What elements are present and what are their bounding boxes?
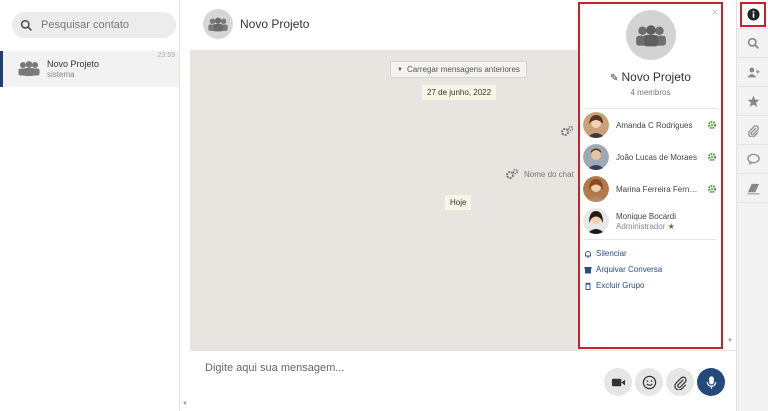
member-item[interactable]: Amanda C Rodrigues [583, 112, 719, 140]
date-pill: 27 de junho, 2022 [422, 85, 497, 100]
messages-tool-button[interactable] [737, 145, 768, 174]
group-icon [208, 17, 228, 32]
favorite-tool-button[interactable] [737, 87, 768, 116]
sidebar-scroll-down-arrow[interactable]: ▼ [182, 401, 188, 407]
load-previous-label: Carregar mensagens anteriores [406, 65, 520, 74]
group-icon [18, 61, 40, 76]
tool-rail [736, 0, 768, 411]
group-avatar-large [626, 10, 676, 60]
paperclip-icon [673, 376, 687, 390]
close-icon[interactable]: × [712, 7, 718, 19]
action-label: Excluir Grupo [596, 281, 645, 290]
attachments-tool-button[interactable] [737, 116, 768, 145]
admin-gear-icon[interactable] [707, 184, 717, 194]
bell-icon [585, 250, 591, 258]
group-avatar[interactable] [203, 9, 233, 39]
contact-subtitle: sistema [47, 70, 75, 79]
paperclip-icon [747, 124, 759, 137]
today-pill: Hoje [445, 195, 472, 210]
group-name-text: Novo Projeto [621, 70, 691, 84]
delete-group-action[interactable]: Excluir Grupo [584, 281, 644, 290]
pencil-icon[interactable]: ✎ [610, 73, 618, 84]
video-call-button[interactable] [604, 368, 632, 396]
info-icon [746, 7, 760, 21]
archive-icon [584, 266, 592, 273]
eraser-icon [746, 183, 760, 194]
member-name: Amanda C Rodrigues [616, 121, 693, 130]
member-item[interactable]: João Lucas de Moraes [583, 144, 719, 172]
group-info-panel: × ✎ Novo Projeto 4 membros Amanda C Rodri… [578, 2, 723, 349]
trash-icon [585, 282, 591, 290]
contact-item-novo-projeto[interactable]: Novo Projeto sistema 23:59 [0, 51, 179, 87]
member-item[interactable]: Marina Ferreira Ferna... [583, 176, 719, 204]
info-panel-scroll-down-arrow[interactable]: ▼ [727, 338, 733, 344]
archive-action[interactable]: Arquivar Conversa [584, 265, 662, 274]
member-item[interactable]: Monique Bocardi Administrador ★ [583, 208, 719, 236]
contact-name: Novo Projeto [47, 59, 100, 69]
member-role-text: Administrador [616, 222, 666, 231]
chat-title[interactable]: Novo Projeto [240, 17, 309, 31]
member-role: Administrador ★ [616, 222, 675, 231]
member-name: João Lucas de Moraes [616, 153, 697, 162]
add-user-icon [746, 67, 760, 77]
action-label: Arquivar Conversa [596, 265, 663, 274]
chat-bubble-icon [746, 153, 760, 165]
member-avatar [583, 144, 609, 170]
member-avatar [583, 112, 609, 138]
voice-message-button[interactable] [697, 368, 725, 396]
search-tool-button[interactable] [737, 29, 768, 58]
message-composer[interactable]: Digite aqui sua mensagem... [190, 350, 736, 411]
smiley-icon [642, 375, 656, 389]
action-label: Silenciar [596, 249, 627, 258]
message-input[interactable]: Digite aqui sua mensagem... [205, 362, 344, 374]
info-tool-button[interactable] [737, 0, 768, 29]
divider [584, 108, 717, 109]
member-avatar [583, 176, 609, 202]
system-event-chat-name: Nome do chat [505, 168, 574, 180]
caret-down-icon: ▼ [397, 66, 403, 73]
member-name: Monique Bocardi [616, 212, 677, 221]
search-input[interactable] [41, 19, 161, 31]
search-box[interactable] [12, 12, 176, 38]
load-previous-messages-button[interactable]: ▼ Carregar mensagens anteriores [390, 61, 527, 78]
divider [584, 239, 717, 240]
chat-header: Novo Projeto [190, 0, 580, 50]
add-user-tool-button[interactable] [737, 58, 768, 87]
admin-gear-icon[interactable] [707, 152, 717, 162]
microphone-icon [706, 375, 716, 389]
member-name: Marina Ferreira Ferna... [616, 185, 698, 194]
emoji-button[interactable] [635, 368, 663, 396]
attach-button[interactable] [666, 368, 694, 396]
mute-action[interactable]: Silenciar [584, 249, 627, 258]
contacts-sidebar: Novo Projeto sistema 23:59 [0, 0, 180, 411]
star-icon [747, 95, 759, 107]
search-icon [747, 37, 759, 49]
contact-time: 23:59 [157, 52, 175, 59]
message-area: ▼ Carregar mensagens anteriores 27 de ju… [190, 50, 580, 350]
clear-tool-button[interactable] [737, 174, 768, 203]
gears-icon [561, 125, 574, 136]
star-icon: ★ [667, 222, 675, 231]
member-count: 4 membros [630, 88, 671, 97]
video-camera-icon [611, 378, 625, 386]
search-icon [20, 19, 32, 31]
system-event-gear [560, 125, 574, 137]
group-icon [636, 25, 666, 47]
system-event-text: Nome do chat [524, 169, 574, 179]
group-name[interactable]: ✎ Novo Projeto [580, 70, 721, 84]
gears-icon [506, 168, 519, 179]
member-avatar [583, 208, 609, 234]
admin-gear-icon[interactable] [707, 120, 717, 130]
